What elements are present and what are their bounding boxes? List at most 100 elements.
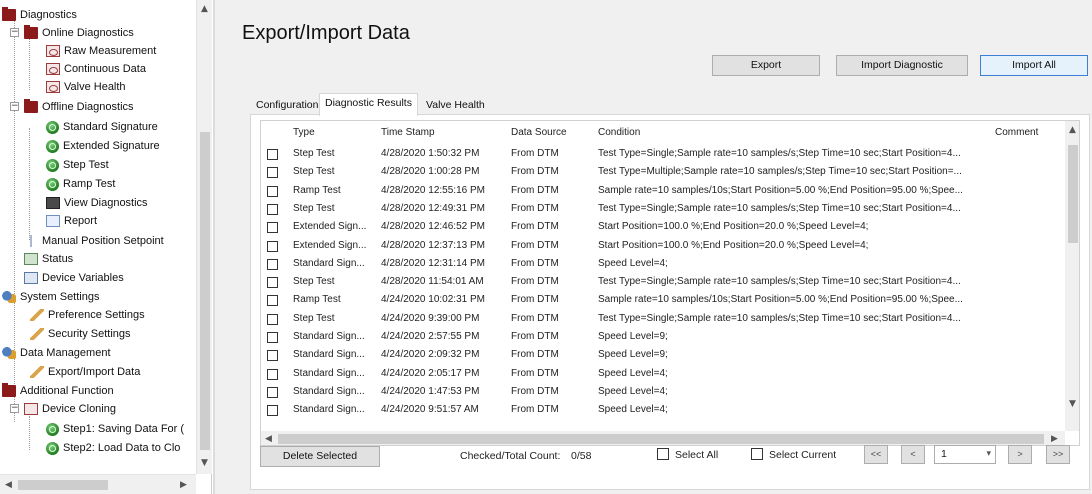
row-checkbox[interactable] — [267, 167, 278, 179]
select-current-label: Select Current — [769, 449, 837, 461]
table-row[interactable]: Standard Sign... 4/24/2020 2:05:17 PM From… — [261, 367, 1066, 383]
tab-configuration[interactable]: Configuration — [251, 96, 323, 115]
row-checkbox[interactable] — [267, 350, 278, 362]
row-checkbox[interactable] — [267, 313, 278, 325]
tree-item-step2-load-data[interactable]: Step2: Load Data to Clo — [46, 439, 180, 457]
cell-time-stamp: 4/28/2020 1:50:32 PM — [381, 148, 480, 159]
export-button[interactable]: Export — [712, 55, 820, 76]
column-header-type[interactable]: Type — [293, 127, 315, 138]
scroll-thumb[interactable] — [200, 132, 210, 450]
scroll-up-icon[interactable]: ▲ — [1069, 125, 1076, 135]
table-row[interactable]: Standard Sign... 4/24/2020 2:57:55 PM From… — [261, 330, 1066, 346]
tree-item-continuous-data[interactable]: Continuous Data — [46, 60, 146, 78]
tree-item-offline-diagnostics[interactable]: Offline Diagnostics — [24, 98, 134, 116]
tree-item-preference-settings[interactable]: Preference Settings — [30, 306, 145, 324]
table-vertical-scrollbar[interactable]: ▲ ▼ — [1065, 121, 1079, 431]
row-checkbox[interactable] — [267, 386, 278, 398]
first-page-button[interactable]: << — [864, 445, 888, 464]
table-row[interactable]: Step Test 4/24/2020 9:39:00 PM From DTM Tes… — [261, 312, 1066, 328]
row-checkbox[interactable] — [267, 258, 278, 270]
tree-item-online-diagnostics[interactable]: Online Diagnostics — [24, 24, 134, 42]
tree-item-device-cloning[interactable]: Device Cloning — [24, 400, 116, 418]
scroll-thumb[interactable] — [1068, 145, 1078, 243]
tree-item-additional-function[interactable]: Additional Function — [2, 382, 114, 400]
collapse-toggle[interactable]: − — [10, 102, 19, 111]
table-row[interactable]: Step Test 4/28/2020 11:54:01 AM From DTM Te… — [261, 275, 1066, 291]
last-page-button[interactable]: >> — [1046, 445, 1070, 464]
previous-page-button[interactable]: < — [901, 445, 925, 464]
tree-item-manual-position-setpoint[interactable]: Manual Position Setpoint — [24, 232, 164, 250]
row-checkbox[interactable] — [267, 222, 278, 234]
row-checkbox[interactable] — [267, 203, 278, 215]
tree-item-step1-saving-data[interactable]: Step1: Saving Data For ( — [46, 420, 184, 438]
table-horizontal-scrollbar[interactable]: ◀ ▶ — [261, 431, 1065, 445]
select-current-checkbox[interactable] — [751, 448, 763, 460]
collapse-toggle[interactable]: − — [10, 404, 19, 413]
tree-item-ramp-test[interactable]: Ramp Test — [46, 175, 115, 193]
column-header-comment[interactable]: Comment — [995, 127, 1038, 138]
tree-item-system-settings[interactable]: System Settings — [2, 288, 99, 306]
scroll-left-icon[interactable]: ◀ — [265, 434, 272, 444]
scroll-thumb[interactable] — [278, 434, 1044, 444]
row-checkbox[interactable] — [267, 185, 278, 197]
tree-item-diagnostics[interactable]: Diagnostics — [2, 6, 77, 24]
delete-selected-button[interactable]: Delete Selected — [260, 446, 380, 467]
tree-item-view-diagnostics[interactable]: View Diagnostics — [46, 194, 148, 212]
scroll-down-icon[interactable]: ▼ — [201, 458, 208, 468]
report-icon — [46, 215, 60, 227]
table-row[interactable]: Step Test 4/28/2020 1:00:28 PM From DTM Tes… — [261, 165, 1066, 181]
table-row[interactable]: Step Test 4/28/2020 12:49:31 PM From DTM Te… — [261, 202, 1066, 218]
tree-content: − − − Diagnostics Online Diagnostics Raw… — [0, 0, 196, 474]
import-all-button[interactable]: Import All — [980, 55, 1088, 76]
table-row[interactable]: Extended Sign... 4/28/2020 12:37:13 PM Fro… — [261, 239, 1066, 255]
next-page-button[interactable]: > — [1008, 445, 1032, 464]
table-row[interactable]: Extended Sign... 4/28/2020 12:46:52 PM Fro… — [261, 220, 1066, 236]
scroll-right-icon[interactable]: ▶ — [180, 480, 187, 490]
row-checkbox[interactable] — [267, 405, 278, 417]
tree-item-device-variables[interactable]: Device Variables — [24, 269, 124, 287]
select-all-checkbox[interactable] — [657, 448, 669, 460]
table-row[interactable]: Standard Sign... 4/24/2020 1:47:53 PM From… — [261, 385, 1066, 401]
tree-item-export-import-data[interactable]: Export/Import Data — [30, 363, 140, 381]
table-row[interactable]: Ramp Test 4/24/2020 10:02:31 PM From DTM Sa… — [261, 293, 1066, 309]
tree-item-status[interactable]: Status — [24, 250, 73, 268]
cell-condition: Start Position=100.0 %;End Position=20.0… — [598, 221, 869, 233]
scroll-up-icon[interactable]: ▲ — [201, 4, 208, 14]
column-header-condition[interactable]: Condition — [598, 127, 640, 138]
row-checkbox[interactable] — [267, 277, 278, 289]
table-row[interactable]: Ramp Test 4/28/2020 12:55:16 PM From DTM Sa… — [261, 184, 1066, 200]
table-row[interactable]: Standard Sign... 4/24/2020 2:09:32 PM From… — [261, 348, 1066, 364]
page-select[interactable]: 1 ▾ — [934, 445, 996, 464]
row-checkbox[interactable] — [267, 240, 278, 252]
import-diagnostic-button[interactable]: Import Diagnostic — [836, 55, 968, 76]
tree-item-valve-health[interactable]: Valve Health — [46, 78, 126, 96]
tree-item-raw-measurement[interactable]: Raw Measurement — [46, 42, 156, 60]
cell-type: Ramp Test — [293, 294, 341, 306]
row-checkbox[interactable] — [267, 149, 278, 160]
tree-item-standard-signature[interactable]: Standard Signature — [46, 118, 158, 136]
tree-item-data-management[interactable]: Data Management — [2, 344, 111, 362]
tree-item-step-test[interactable]: Step Test — [46, 156, 109, 174]
scroll-left-icon[interactable]: ◀ — [5, 480, 12, 490]
tree-item-extended-signature[interactable]: Extended Signature — [46, 137, 160, 155]
row-checkbox[interactable] — [267, 368, 278, 380]
tree-horizontal-scrollbar[interactable]: ◀ ▶ — [0, 474, 196, 494]
row-checkbox[interactable] — [267, 295, 278, 307]
tree-item-report[interactable]: Report — [46, 212, 97, 230]
column-header-data-source[interactable]: Data Source — [511, 127, 567, 138]
tab-valve-health[interactable]: Valve Health — [421, 96, 490, 115]
tab-diagnostic-results[interactable]: Diagnostic Results — [319, 93, 418, 116]
tree-vertical-scrollbar[interactable]: ▲ ▼ — [196, 0, 212, 474]
scroll-right-icon[interactable]: ▶ — [1051, 434, 1058, 444]
table-row[interactable]: Standard Sign... 4/24/2020 9:51:57 AM From… — [261, 403, 1066, 419]
cell-type: Standard Sign... — [293, 331, 365, 342]
scroll-thumb[interactable] — [18, 480, 108, 490]
table-row[interactable]: Step Test 4/28/2020 1:50:32 PM From DTM Tes… — [261, 147, 1066, 163]
tree-item-security-settings[interactable]: Security Settings — [30, 325, 131, 343]
column-header-time-stamp[interactable]: Time Stamp — [381, 127, 435, 138]
scroll-down-icon[interactable]: ▼ — [1069, 399, 1076, 409]
row-checkbox[interactable] — [267, 332, 278, 343]
pencil-icon — [30, 309, 44, 321]
collapse-toggle[interactable]: − — [10, 28, 19, 37]
table-row[interactable]: Standard Sign... 4/28/2020 12:31:14 PM Fro… — [261, 257, 1066, 273]
